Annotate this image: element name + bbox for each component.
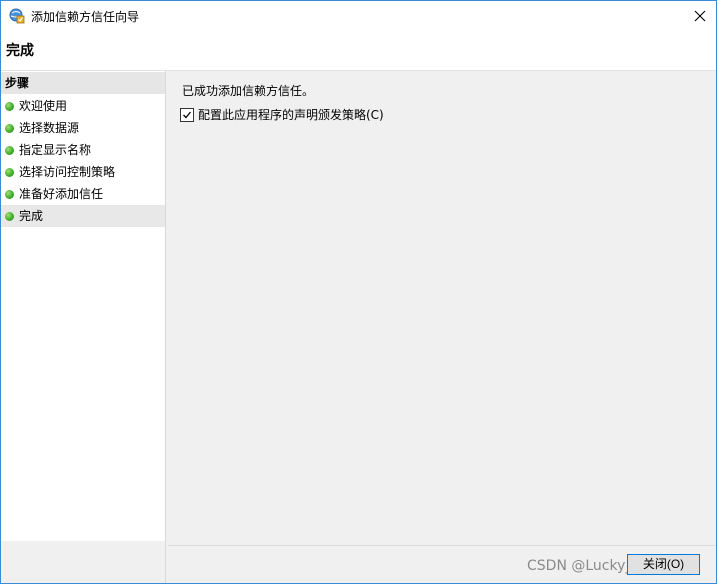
step-complete-icon: [5, 212, 14, 221]
claims-policy-option[interactable]: 配置此应用程序的声明颁发策略(C): [180, 107, 384, 123]
title-bar[interactable]: 添加信赖方信任向导: [1, 1, 716, 33]
content-panel: 已成功添加信赖方信任。 配置此应用程序的声明颁发策略(C): [168, 71, 716, 545]
step-complete-icon: [5, 146, 14, 155]
claims-policy-checkbox[interactable]: [180, 108, 194, 122]
close-button[interactable]: 关闭(O): [627, 554, 700, 575]
step-label: 选择访问控制策略: [19, 165, 116, 179]
step-welcome: 欢迎使用: [1, 95, 165, 117]
step-ready-to-add: 准备好添加信任: [1, 183, 165, 205]
claims-policy-label[interactable]: 配置此应用程序的声明颁发策略(C): [198, 107, 384, 123]
close-icon: [694, 10, 706, 25]
window-close-button[interactable]: [684, 1, 716, 33]
step-label: 选择数据源: [19, 121, 80, 135]
step-select-data-source: 选择数据源: [1, 117, 165, 139]
steps-sidebar: 步骤 欢迎使用 选择数据源 指定显示名称 选择访问控制策略 准备好添加信任 完成: [1, 71, 166, 541]
step-complete-icon: [5, 124, 14, 133]
step-complete-icon: [5, 102, 14, 111]
step-complete-icon: [5, 168, 14, 177]
steps-header-label: 步骤: [5, 76, 30, 90]
steps-header: 步骤: [1, 72, 165, 94]
wizard-body: 步骤 欢迎使用 选择数据源 指定显示名称 选择访问控制策略 准备好添加信任 完成…: [1, 71, 716, 583]
step-access-control-policy: 选择访问控制策略: [1, 161, 165, 183]
step-display-name: 指定显示名称: [1, 139, 165, 161]
step-label: 欢迎使用: [19, 99, 68, 113]
checkmark-icon: [183, 111, 192, 119]
page-header: 完成: [1, 33, 716, 71]
step-label: 指定显示名称: [19, 143, 92, 157]
wizard-window: 添加信赖方信任向导 完成 步骤 欢迎使用 选择数据源 指定显示名称 选择访问控制…: [0, 0, 717, 584]
footer-divider: [168, 545, 716, 546]
wizard-app-icon: [9, 8, 25, 24]
step-complete-icon: [5, 190, 14, 199]
step-finish: 完成: [1, 205, 165, 227]
success-message: 已成功添加信赖方信任。: [182, 84, 315, 98]
page-title: 完成: [6, 43, 34, 59]
window-title: 添加信赖方信任向导: [31, 10, 140, 24]
step-label: 完成: [19, 209, 44, 223]
sidebar-footer: [1, 541, 166, 583]
step-label: 准备好添加信任: [19, 187, 104, 201]
